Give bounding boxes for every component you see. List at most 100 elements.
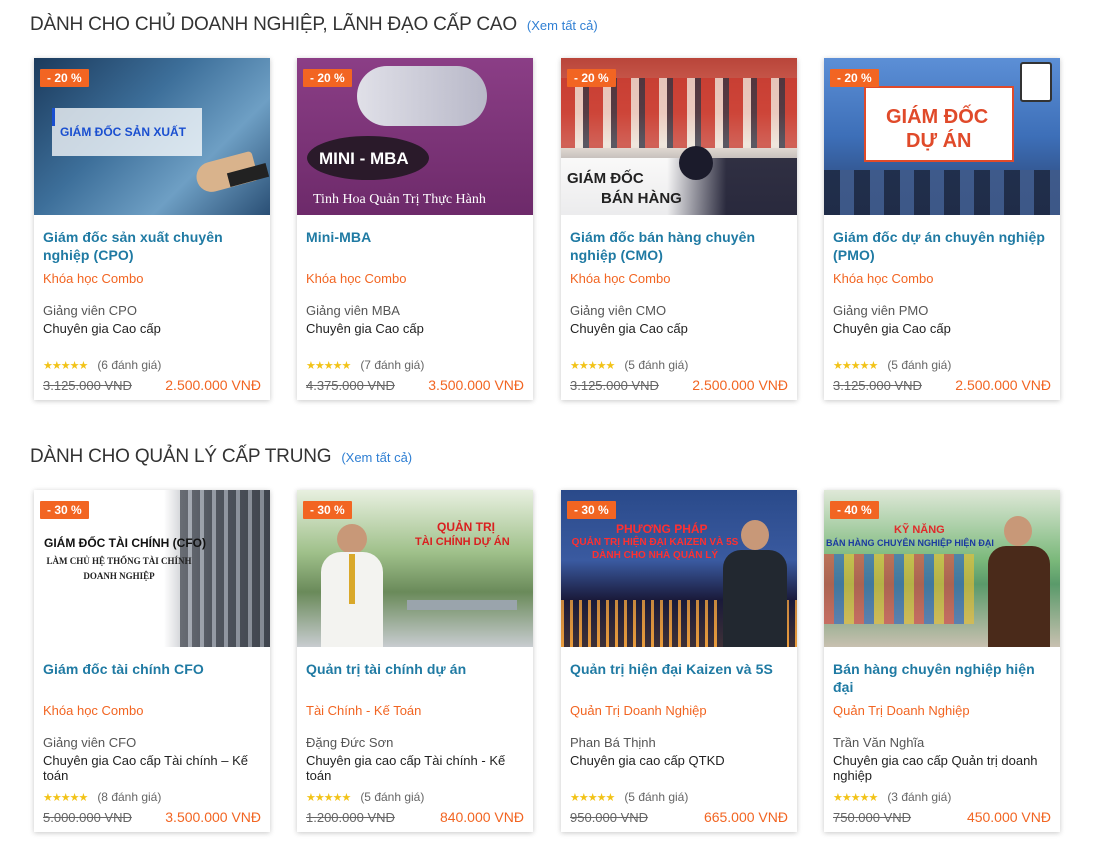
see-all-link[interactable]: (Xem tất cả) xyxy=(341,450,412,465)
handshake-image xyxy=(357,66,487,126)
image-subtitle: Tinh Hoa Quản Trị Thực Hành xyxy=(313,192,486,207)
teacher-name: Giảng viên CPO xyxy=(43,303,137,318)
course-category[interactable]: Khóa học Combo xyxy=(833,271,1051,287)
image-subtitle: DỰ ÁN xyxy=(906,130,972,152)
teacher-name: Giảng viên PMO xyxy=(833,303,929,318)
section-header: DÀNH CHO CHỦ DOANH NGHIỆP, LÃNH ĐẠO CẤP … xyxy=(30,14,598,36)
course-title[interactable]: Giám đốc tài chính CFO xyxy=(43,660,261,700)
discount-badge: - 40 % xyxy=(830,501,879,519)
review-count: (3 đánh giá) xyxy=(887,790,952,804)
new-price: 665.000 VNĐ xyxy=(703,809,788,825)
teacher-title: Chuyên gia Cao cấp xyxy=(306,321,424,336)
presenter-head xyxy=(1004,516,1032,546)
old-price: 750.000 VNĐ xyxy=(833,809,912,825)
rating: ★★★★★ (5 đánh giá) xyxy=(570,357,788,373)
rating: ★★★★★ (3 đánh giá) xyxy=(833,789,1051,805)
section-title: DÀNH CHO CHỦ DOANH NGHIỆP, LÃNH ĐẠO CẤP … xyxy=(30,14,517,35)
teacher-title: Chuyên gia cao cấp Tài chính - Kế toán xyxy=(306,753,506,783)
old-price: 4.375.000 VNĐ xyxy=(306,377,395,393)
clipboard-icon xyxy=(1020,62,1052,102)
course-title[interactable]: Quản trị hiện đại Kaizen và 5S xyxy=(570,660,788,700)
rating: ★★★★★ (8 đánh giá) xyxy=(43,789,261,805)
course-card[interactable]: - 20 % GIÁM ĐỐC DỰ ÁN Giám đốc dự án chu… xyxy=(824,58,1060,400)
course-thumbnail[interactable]: - 20 % MINI - MBA Tinh Hoa Quản Trị Thực… xyxy=(297,58,533,215)
new-price: 840.000 VNĐ xyxy=(439,809,524,825)
course-thumbnail[interactable]: - 20 % GIÁM ĐỐC DỰ ÁN xyxy=(824,58,1060,215)
new-price: 3.500.000 VNĐ xyxy=(165,809,261,825)
course-title[interactable]: Giám đốc bán hàng chuyên nghiệp (CMO) xyxy=(570,228,788,268)
discount-badge: - 20 % xyxy=(303,69,352,87)
presenter-body xyxy=(988,546,1050,647)
image-title: GIÁM ĐỐC xyxy=(567,170,644,187)
course-card[interactable]: - 20 % GIÁM ĐỐC SẢN XUẤT Giám đốc sản xu… xyxy=(34,58,270,400)
course-card[interactable]: - 20 % GIÁM ĐỐC BÁN HÀNG Giám đốc bán hà… xyxy=(561,58,797,400)
course-card[interactable]: - 30 % QUẢN TRỊ TÀI CHÍNH DỰ ÁN Quản trị… xyxy=(297,490,533,832)
review-count: (6 đánh giá) xyxy=(97,358,162,372)
review-count: (5 đánh giá) xyxy=(624,358,689,372)
course-title[interactable]: Giám đốc sản xuất chuyên nghiệp (CPO) xyxy=(43,228,261,268)
teacher-name: Giảng viên MBA xyxy=(306,303,400,318)
course-thumbnail[interactable]: - 30 % PHƯƠNG PHÁP QUẢN TRỊ HIỆN ĐẠI KAI… xyxy=(561,490,797,647)
combo-circle xyxy=(679,146,713,180)
course-card[interactable]: - 20 % MINI - MBA Tinh Hoa Quản Trị Thực… xyxy=(297,58,533,400)
course-category[interactable]: Tài Chính - Kế Toán xyxy=(306,703,524,719)
review-count: (5 đánh giá) xyxy=(624,790,689,804)
teacher-title: Chuyên gia Cao cấp xyxy=(833,321,951,336)
course-thumbnail[interactable]: - 30 % GIÁM ĐỐC TÀI CHÍNH (CFO) LÀM CHỦ … xyxy=(34,490,270,647)
image-title: KỸ NĂNG xyxy=(894,524,945,536)
image-subtitle: BÁN HÀNG CHUYÊN NGHIỆP HIỆN ĐẠI xyxy=(826,538,994,548)
course-category[interactable]: Khóa học Combo xyxy=(43,703,261,719)
course-category[interactable]: Khóa học Combo xyxy=(43,271,261,287)
review-count: (8 đánh giá) xyxy=(97,790,162,804)
course-title[interactable]: Quản trị tài chính dự án xyxy=(306,660,524,700)
image-title: MINI - MBA xyxy=(319,149,409,168)
prices: 3.125.000 VNĐ 2.500.000 VNĐ xyxy=(570,377,788,393)
course-thumbnail[interactable]: - 40 % KỸ NĂNG BÁN HÀNG CHUYÊN NGHIỆP HI… xyxy=(824,490,1060,647)
course-thumbnail[interactable]: - 30 % QUẢN TRỊ TÀI CHÍNH DỰ ÁN xyxy=(297,490,533,647)
course-category[interactable]: Quản Trị Doanh Nghiệp xyxy=(833,703,1051,719)
course-category[interactable]: Khóa học Combo xyxy=(306,271,524,287)
course-card[interactable]: - 30 % GIÁM ĐỐC TÀI CHÍNH (CFO) LÀM CHỦ … xyxy=(34,490,270,832)
image-title: GIÁM ĐỐC SẢN XUẤT xyxy=(60,125,186,139)
prices: 5.000.000 VNĐ 3.500.000 VNĐ xyxy=(43,809,261,825)
course-thumbnail[interactable]: - 20 % GIÁM ĐỐC BÁN HÀNG xyxy=(561,58,797,215)
discount-badge: - 20 % xyxy=(40,69,89,87)
rating: ★★★★★ (5 đánh giá) xyxy=(833,357,1051,373)
course-title[interactable]: Bán hàng chuyên nghiệp hiện đại xyxy=(833,660,1051,700)
discount-badge: - 30 % xyxy=(567,501,616,519)
old-price: 5.000.000 VNĐ xyxy=(43,809,132,825)
star-icons: ★★★★★ xyxy=(570,359,615,372)
prices: 750.000 VNĐ 450.000 VNĐ xyxy=(833,809,1051,825)
star-icons: ★★★★★ xyxy=(833,359,878,372)
star-icons: ★★★★★ xyxy=(43,791,88,804)
old-price: 950.000 VNĐ xyxy=(570,809,649,825)
old-price: 1.200.000 VNĐ xyxy=(306,809,395,825)
image-subtitle: TÀI CHÍNH DỰ ÁN xyxy=(415,536,510,548)
course-card[interactable]: - 30 % PHƯƠNG PHÁP QUẢN TRỊ HIỆN ĐẠI KAI… xyxy=(561,490,797,832)
course-category[interactable]: Khóa học Combo xyxy=(570,271,788,287)
course-card[interactable]: - 40 % KỸ NĂNG BÁN HÀNG CHUYÊN NGHIỆP HI… xyxy=(824,490,1060,832)
review-count: (5 đánh giá) xyxy=(887,358,952,372)
image-subtitle: LÀM CHỦ HỆ THỐNG TÀI CHÍNH DOANH NGHIỆP xyxy=(46,556,192,581)
course-category[interactable]: Quản Trị Doanh Nghiệp xyxy=(570,703,788,719)
see-all-link[interactable]: (Xem tất cả) xyxy=(527,18,598,33)
new-price: 2.500.000 VNĐ xyxy=(955,377,1051,393)
teacher-title: Chuyên gia Cao cấp Tài chính – Kế toán xyxy=(43,753,249,783)
image-title: PHƯƠNG PHÁP xyxy=(616,522,708,536)
course-title[interactable]: Mini-MBA xyxy=(306,228,524,268)
discount-badge: - 30 % xyxy=(40,501,89,519)
teacher-name: Đặng Đức Sơn xyxy=(306,735,394,750)
teacher-name: Giảng viên CMO xyxy=(570,303,667,318)
image-subtitle: QUẢN TRỊ HIỆN ĐẠI KAIZEN VÀ 5S DÀNH CHO … xyxy=(571,537,739,561)
rating: ★★★★★ (6 đánh giá) xyxy=(43,357,261,373)
image-title: QUẢN TRỊ xyxy=(437,520,495,534)
prices: 3.125.000 VNĐ 2.500.000 VNĐ xyxy=(833,377,1051,393)
rating: ★★★★★ (7 đánh giá) xyxy=(306,357,524,373)
teacher-title: Chuyên gia Cao cấp xyxy=(570,321,688,336)
course-thumbnail[interactable]: - 20 % GIÁM ĐỐC SẢN XUẤT xyxy=(34,58,270,215)
teacher-title: Chuyên gia cao cấp QTKD xyxy=(570,753,725,768)
prices: 4.375.000 VNĐ 3.500.000 VNĐ xyxy=(306,377,524,393)
discount-badge: - 20 % xyxy=(830,69,879,87)
teacher-name: Trần Văn Nghĩa xyxy=(833,735,925,750)
course-title[interactable]: Giám đốc dự án chuyên nghiệp (PMO) xyxy=(833,228,1051,268)
